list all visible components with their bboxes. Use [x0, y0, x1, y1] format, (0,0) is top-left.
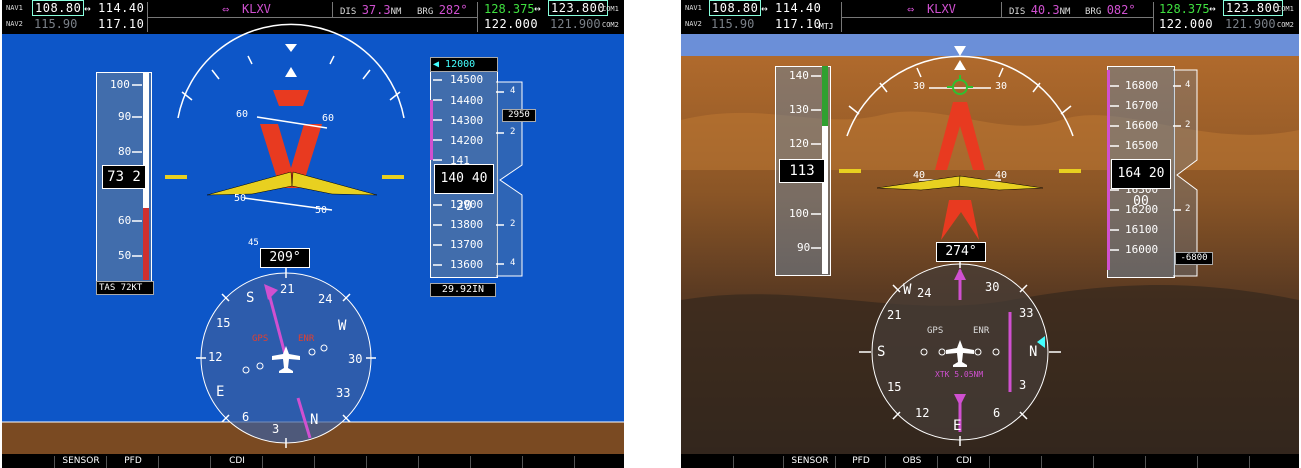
softkey-sensor[interactable]: SENSOR: [56, 454, 106, 468]
heading-readout: 209°: [260, 248, 310, 268]
compass-label: S: [877, 344, 886, 360]
softkey-cdi[interactable]: CDI: [939, 454, 989, 468]
compass-label: 33: [1019, 306, 1034, 320]
softkey-pfd[interactable]: PFD: [108, 454, 158, 468]
nav-source-gps: GPS: [927, 326, 944, 336]
heading-readout: 274°: [936, 242, 986, 262]
compass-label: 6: [993, 406, 1001, 420]
compass-label: 3: [1019, 378, 1027, 392]
compass-label: 6: [242, 410, 250, 424]
compass-label: 12: [915, 406, 930, 420]
cross-track-error: XTK 5.05NM: [935, 370, 984, 379]
compass-label: 33: [336, 386, 351, 400]
compass-label: W: [903, 282, 912, 298]
softkey-bar: SENSOR PFD OBS CDI: [681, 454, 1299, 468]
pfd-display-1: NAV1 108.80 ↔ 114.40 NAV2 115.90 117.10 …: [2, 0, 624, 468]
compass-label: 15: [887, 380, 902, 394]
softkey-obs[interactable]: OBS: [887, 454, 937, 468]
pfd-display-2: NAV1 108.80 ↔ 114.40 NAV2 115.90 117.10 …: [681, 0, 1299, 468]
compass-label: E: [953, 418, 962, 434]
compass-label: 15: [216, 316, 231, 330]
compass-label: N: [310, 412, 319, 428]
compass-label: 21: [280, 282, 295, 296]
compass-label: 3: [272, 422, 280, 436]
hsi-compass: [859, 258, 1061, 446]
softkey[interactable]: [4, 454, 52, 468]
compass-label: 30: [348, 352, 363, 366]
softkey[interactable]: [160, 454, 210, 468]
softkey[interactable]: [683, 454, 731, 468]
nav-source-gps: GPS: [252, 334, 269, 344]
softkey-bar: SENSOR PFD CDI: [2, 454, 624, 468]
compass-label: 21: [887, 308, 902, 322]
compass-label: 12: [208, 350, 223, 364]
compass-label: S: [246, 290, 255, 306]
compass-label: N: [1029, 344, 1038, 360]
heading-partial: 45: [248, 238, 259, 248]
flight-phase-enr: ENR: [298, 334, 315, 344]
compass-label: 24: [917, 286, 932, 300]
flight-phase-enr: ENR: [973, 326, 990, 336]
compass-label: W: [338, 318, 347, 334]
softkey-sensor[interactable]: SENSOR: [785, 454, 835, 468]
softkey-pfd[interactable]: PFD: [837, 454, 885, 468]
compass-label: 30: [985, 280, 1000, 294]
compass-label: E: [216, 384, 225, 400]
hsi-compass: [196, 268, 376, 448]
softkey-cdi[interactable]: CDI: [212, 454, 262, 468]
compass-label: 24: [318, 292, 333, 306]
